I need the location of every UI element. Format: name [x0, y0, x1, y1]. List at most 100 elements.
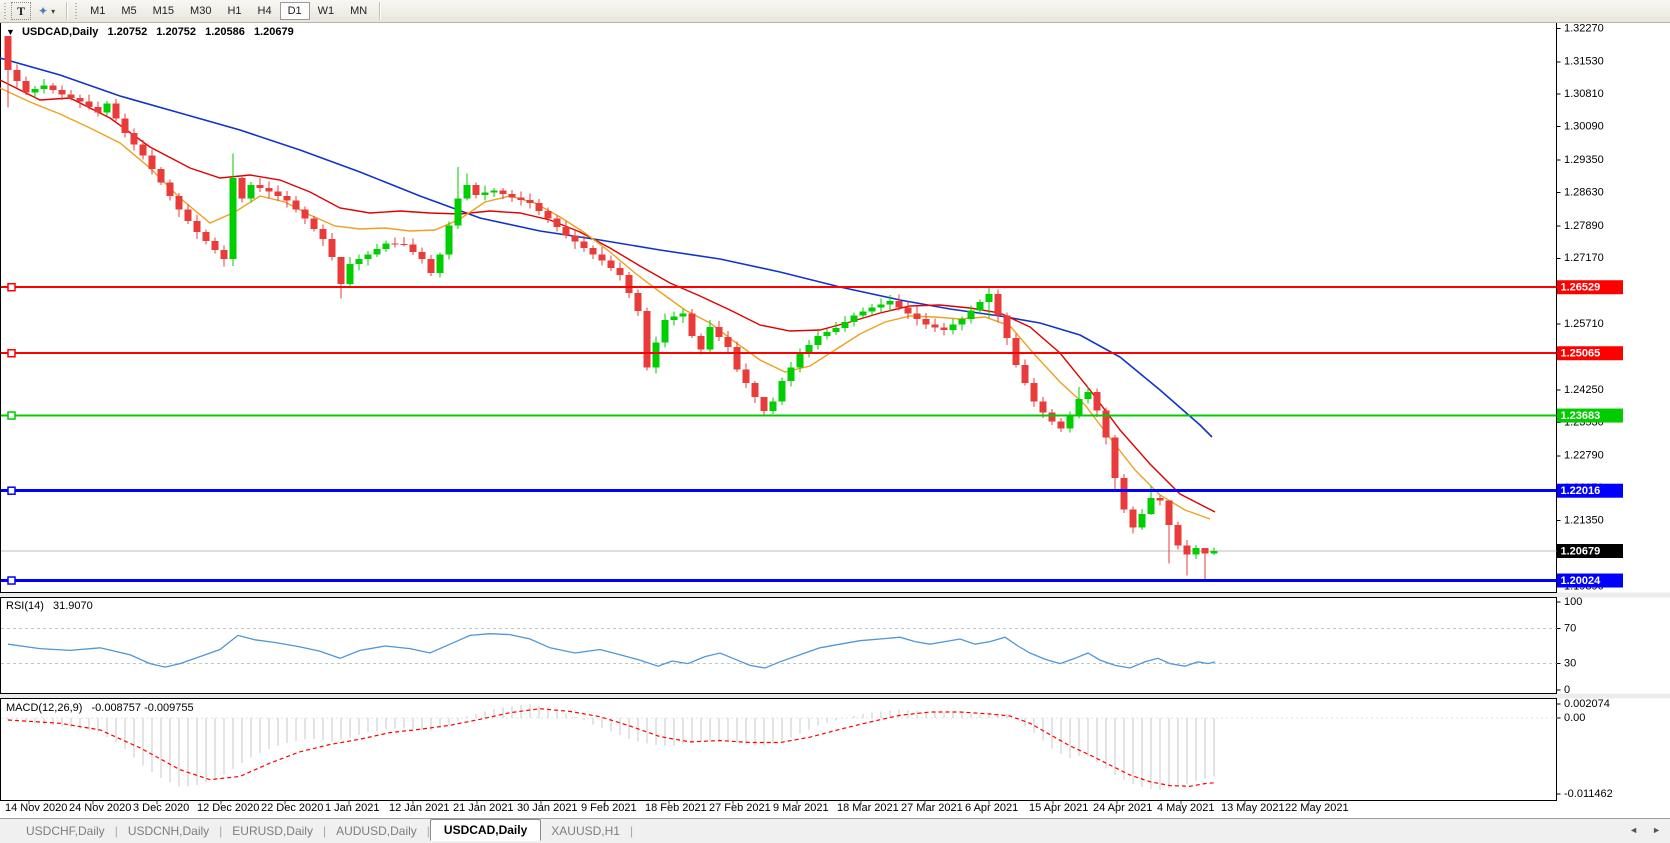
candle-down: [418, 251, 426, 260]
date-tick-label: 24 Nov 2020: [69, 802, 131, 814]
date-tick-label: 30 Jan 2021: [517, 802, 578, 814]
candle-down: [85, 101, 93, 108]
line-drag-handle[interactable]: [7, 348, 16, 358]
date-tick-label: 21 Jan 2021: [453, 802, 514, 814]
candle-up: [958, 319, 966, 325]
candle-down: [913, 313, 921, 319]
candle-up: [814, 335, 822, 345]
price-level-badge-label: 1.25065: [1561, 348, 1601, 360]
candle-up: [769, 401, 777, 412]
candle-down: [472, 184, 480, 195]
line-drag-handle[interactable]: [7, 282, 16, 292]
candle-down: [256, 184, 264, 189]
timeframe-button-m15[interactable]: M15: [145, 2, 182, 20]
candle-down: [1102, 410, 1110, 438]
price-tick-label: 1.24250: [1564, 384, 1604, 396]
candle-up: [445, 225, 453, 255]
date-tick-label: 18 Mar 2021: [837, 802, 899, 814]
line-drag-handle[interactable]: [7, 411, 16, 420]
candle-up: [967, 310, 975, 320]
tab-usdchf[interactable]: USDCHF,Daily: [16, 821, 115, 841]
candle-up: [247, 184, 255, 199]
toolbar-separator: [379, 2, 381, 20]
toolbar-grip[interactable]: [74, 3, 80, 19]
scroll-left-icon[interactable]: ◄: [1624, 824, 1643, 836]
date-tick-label: 24 Apr 2021: [1093, 802, 1152, 814]
candle-down: [526, 200, 534, 203]
candle-up: [886, 301, 894, 305]
chart-title: USDCAD,Daily: [21, 26, 99, 38]
date-tick-label: 3 Dec 2020: [133, 802, 189, 814]
date-tick-label: 14 Nov 2020: [5, 802, 67, 814]
candle-down: [76, 98, 84, 102]
timeframe-button-m30[interactable]: M30: [182, 2, 219, 20]
candle-up: [859, 311, 867, 316]
line-drag-handle[interactable]: [7, 576, 16, 585]
candle-down: [157, 169, 165, 183]
date-tick-label: 27 Feb 2021: [709, 802, 771, 814]
main-chart-panel-border: [0, 22, 1557, 593]
panel-splitter[interactable]: [0, 592, 1670, 598]
candle-up: [1084, 392, 1092, 400]
panel-splitter[interactable]: [0, 693, 1670, 699]
rsi-indicator-label: RSI(14) 31.9070: [6, 600, 93, 612]
timeframe-button-d1[interactable]: D1: [279, 2, 310, 20]
candle-down: [580, 241, 588, 248]
tab-xauusd[interactable]: XAUUSD,H1: [541, 821, 630, 841]
price-tick-label: 1.30090: [1564, 121, 1604, 133]
candle-down: [265, 188, 273, 192]
candle-down: [193, 220, 201, 233]
candle-down: [742, 369, 750, 384]
candle-down: [1012, 338, 1020, 366]
candle-down: [22, 81, 30, 93]
candle-down: [994, 293, 1002, 316]
candle-down: [310, 218, 318, 229]
price-level-badge-label: 1.22016: [1561, 485, 1601, 497]
candle-down: [58, 90, 66, 95]
styler-icon: ✦: [38, 4, 49, 18]
candle-up: [31, 89, 39, 93]
candle-up: [976, 302, 984, 311]
candle-down: [211, 241, 219, 251]
tab-usdcnh[interactable]: USDCNH,Daily: [118, 821, 219, 841]
timeframe-button-h4[interactable]: H4: [250, 2, 280, 20]
candle-up: [463, 184, 471, 199]
date-tick-label: 13 May 2021: [1221, 802, 1285, 814]
styler-button[interactable]: ✦ ▾: [31, 2, 62, 20]
tab-usdcad[interactable]: USDCAD,Daily: [429, 819, 542, 841]
candle-up: [877, 304, 885, 308]
toolbar-grip[interactable]: [3, 3, 8, 19]
tab-eurusd[interactable]: EURUSD,Daily: [222, 821, 323, 841]
candle-down: [715, 326, 723, 338]
rsi-tick-label: 0: [1564, 684, 1570, 696]
tab-audusd[interactable]: AUDUSD,Daily: [326, 821, 427, 841]
candle-down: [130, 133, 138, 145]
price-level-badge-label: 1.20024: [1561, 575, 1602, 587]
tab-separator: |: [629, 824, 634, 838]
candle-up: [706, 326, 714, 350]
collapse-icon[interactable]: ▼: [6, 27, 15, 37]
candle-down: [895, 301, 903, 308]
timeframe-button-h1[interactable]: H1: [219, 2, 249, 20]
candle-down: [1021, 365, 1029, 384]
scroll-right-icon[interactable]: ►: [1647, 824, 1666, 836]
line-drag-handle[interactable]: [7, 486, 16, 495]
candle-up: [823, 332, 831, 336]
timeframe-button-w1[interactable]: W1: [310, 2, 343, 20]
candle-up: [1192, 547, 1200, 555]
timeframe-button-m5[interactable]: M5: [113, 2, 144, 20]
price-tick-label: 1.25710: [1564, 318, 1604, 330]
candle-down: [589, 247, 597, 255]
candle-up: [661, 320, 669, 343]
text-tool-button[interactable]: T: [11, 2, 31, 20]
candle-up: [355, 259, 363, 264]
chart-canvas[interactable]: 1.32270 1.31530 1.30810 1.30090 1.29350 1.286…: [0, 0, 1670, 843]
candle-down: [922, 318, 930, 325]
timeframe-button-m1[interactable]: M1: [82, 2, 113, 20]
macd-panel-border: [0, 698, 1557, 801]
candle-down: [238, 178, 246, 199]
timeframe-button-mn[interactable]: MN: [342, 2, 375, 20]
candle-down: [508, 193, 516, 198]
candle-down: [697, 335, 705, 350]
macd-values: -0.008757 -0.009755: [91, 702, 194, 714]
